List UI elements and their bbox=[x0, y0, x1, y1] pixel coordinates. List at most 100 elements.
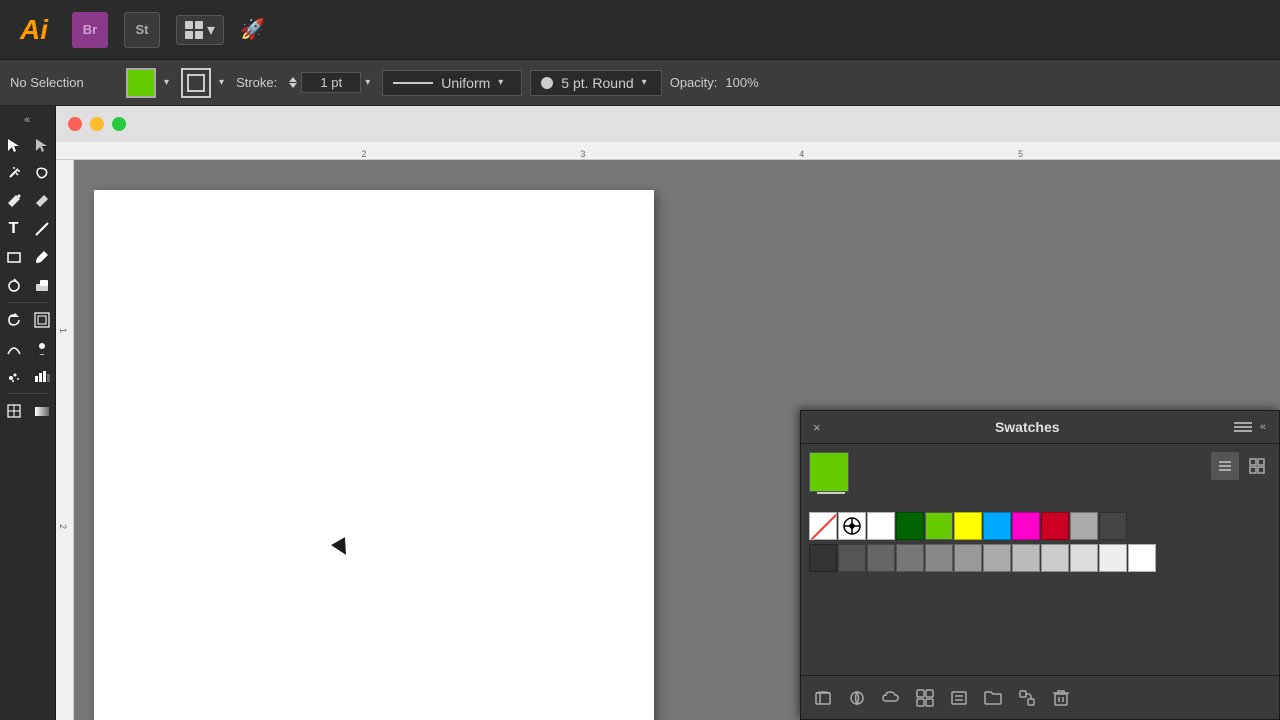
stroke-value-input[interactable] bbox=[301, 72, 361, 93]
recolor-button[interactable] bbox=[843, 684, 871, 712]
swatch-bright-green[interactable] bbox=[925, 512, 953, 540]
library-button[interactable] bbox=[809, 684, 837, 712]
delete-swatch-button[interactable] bbox=[1047, 684, 1075, 712]
swatch-white-2[interactable] bbox=[1128, 544, 1156, 572]
swatch-dark-green[interactable] bbox=[896, 512, 924, 540]
list-view-btn[interactable] bbox=[1211, 452, 1239, 480]
stroke-label: Stroke: bbox=[236, 75, 277, 90]
swatch-dark-gray[interactable] bbox=[1099, 512, 1127, 540]
artboard bbox=[94, 190, 654, 720]
swatch-magenta[interactable] bbox=[1012, 512, 1040, 540]
swatch-gray-11[interactable] bbox=[1099, 544, 1127, 572]
bridge-icon[interactable]: Br bbox=[72, 12, 108, 48]
swatch-gray-3[interactable] bbox=[867, 544, 895, 572]
rocket-icon[interactable]: 🚀 bbox=[240, 17, 265, 42]
swatch-gray-2[interactable] bbox=[838, 544, 866, 572]
direct-selection-tool[interactable] bbox=[29, 132, 55, 158]
swatch-gray-6[interactable] bbox=[954, 544, 982, 572]
swatch-folder-button[interactable] bbox=[979, 684, 1007, 712]
swatch-gray-4[interactable] bbox=[896, 544, 924, 572]
ruler-top: 2 3 4 5 bbox=[56, 142, 1280, 160]
canvas-area[interactable]: 2 3 4 5 1 2 × Swatches bbox=[56, 106, 1280, 720]
anchor-pen-tool[interactable] bbox=[29, 188, 55, 214]
type-tool[interactable]: T bbox=[1, 216, 27, 242]
mesh-tool[interactable] bbox=[1, 398, 27, 424]
ruler-mark-2: 2 bbox=[361, 149, 366, 159]
rotate-tool[interactable] bbox=[1, 307, 27, 333]
swatch-none[interactable] bbox=[809, 512, 837, 540]
ruler-mark-4: 4 bbox=[799, 149, 804, 159]
stroke-dropdown[interactable]: ▾ bbox=[219, 77, 224, 88]
puppet-warp-tool[interactable] bbox=[29, 307, 55, 333]
symbol-sprayer-tool[interactable] bbox=[1, 363, 27, 389]
column-graph-tool[interactable] bbox=[29, 363, 55, 389]
swatch-cyan[interactable] bbox=[983, 512, 1011, 540]
swatch-dark-red[interactable] bbox=[1041, 512, 1069, 540]
swatch-options-button[interactable] bbox=[945, 684, 973, 712]
paintbrush-tool[interactable] bbox=[29, 244, 55, 270]
swatch-gray-10[interactable] bbox=[1070, 544, 1098, 572]
maximize-button[interactable] bbox=[112, 117, 126, 131]
swatch-gray-1[interactable] bbox=[809, 544, 837, 572]
merge-swatches-button[interactable] bbox=[1013, 684, 1041, 712]
stroke-box-inner bbox=[187, 74, 205, 92]
fill-dropdown[interactable]: ▾ bbox=[164, 77, 169, 88]
uniform-selector[interactable]: Uniform ▾ bbox=[382, 70, 522, 96]
minimize-button[interactable] bbox=[90, 117, 104, 131]
line-segment-tool[interactable] bbox=[29, 216, 55, 242]
panel-close-button[interactable]: × bbox=[813, 420, 821, 435]
panel-body bbox=[801, 444, 1279, 580]
pen-tool[interactable] bbox=[1, 188, 27, 214]
gradient-tool[interactable] bbox=[29, 398, 55, 424]
swatch-gray-9[interactable] bbox=[1041, 544, 1069, 572]
rectangle-tool[interactable] bbox=[1, 244, 27, 270]
swatch-mid-gray[interactable] bbox=[1070, 512, 1098, 540]
add-swatch-group-button[interactable] bbox=[911, 684, 939, 712]
close-button[interactable] bbox=[68, 117, 82, 131]
round-dot-icon bbox=[541, 77, 553, 89]
tool-row-3 bbox=[0, 188, 55, 214]
panel-header: × Swatches « bbox=[801, 411, 1279, 444]
grid-view-btn[interactable] bbox=[1243, 452, 1271, 480]
blob-brush-tool[interactable] bbox=[1, 272, 27, 298]
toolbar-collapse[interactable]: « bbox=[24, 114, 31, 126]
lasso-tool[interactable] bbox=[29, 160, 55, 186]
swatches-panel: × Swatches « bbox=[800, 410, 1280, 720]
panel-title: Swatches bbox=[995, 419, 1060, 435]
opacity-value: 100% bbox=[725, 75, 758, 90]
fill-swatch[interactable] bbox=[809, 452, 849, 492]
swatch-gray-8[interactable] bbox=[1012, 544, 1040, 572]
selection-tool[interactable] bbox=[1, 132, 27, 158]
stock-icon[interactable]: St bbox=[124, 12, 160, 48]
free-transform-tool[interactable] bbox=[1, 335, 27, 361]
workspace-dropdown-arrow: ▾ bbox=[207, 20, 215, 40]
tool-row-6 bbox=[0, 272, 55, 298]
fill-color[interactable] bbox=[126, 68, 156, 98]
swatch-registration[interactable] bbox=[838, 512, 866, 540]
eraser-tool[interactable] bbox=[29, 272, 55, 298]
round-label: 5 pt. Round bbox=[561, 75, 633, 91]
swatch-white[interactable] bbox=[867, 512, 895, 540]
stroke-value-group: ▾ bbox=[289, 72, 374, 93]
swatch-gray-5[interactable] bbox=[925, 544, 953, 572]
stroke-up-arrow[interactable] bbox=[289, 77, 297, 82]
workspace-switcher[interactable]: ▾ bbox=[176, 15, 224, 45]
panel-menu-button[interactable] bbox=[1234, 422, 1252, 432]
swatch-gray-7[interactable] bbox=[983, 544, 1011, 572]
ruler-left: 1 2 bbox=[56, 160, 74, 720]
cloud-button[interactable] bbox=[877, 684, 905, 712]
uniform-dropdown[interactable]: ▾ bbox=[498, 77, 503, 88]
stroke-value-dropdown[interactable]: ▾ bbox=[365, 77, 370, 88]
round-cap-selector[interactable]: 5 pt. Round ▾ bbox=[530, 70, 661, 96]
view-buttons bbox=[1211, 452, 1271, 480]
stroke-spinner[interactable] bbox=[289, 77, 297, 88]
current-colors bbox=[809, 452, 1271, 502]
pin-tool[interactable] bbox=[29, 335, 55, 361]
uniform-label: Uniform bbox=[441, 75, 490, 91]
stroke-box[interactable] bbox=[181, 68, 211, 98]
swatch-yellow[interactable] bbox=[954, 512, 982, 540]
panel-collapse-button[interactable]: « bbox=[1260, 421, 1267, 433]
magic-wand-tool[interactable] bbox=[1, 160, 27, 186]
stroke-down-arrow[interactable] bbox=[289, 83, 297, 88]
round-dropdown[interactable]: ▾ bbox=[642, 77, 647, 88]
